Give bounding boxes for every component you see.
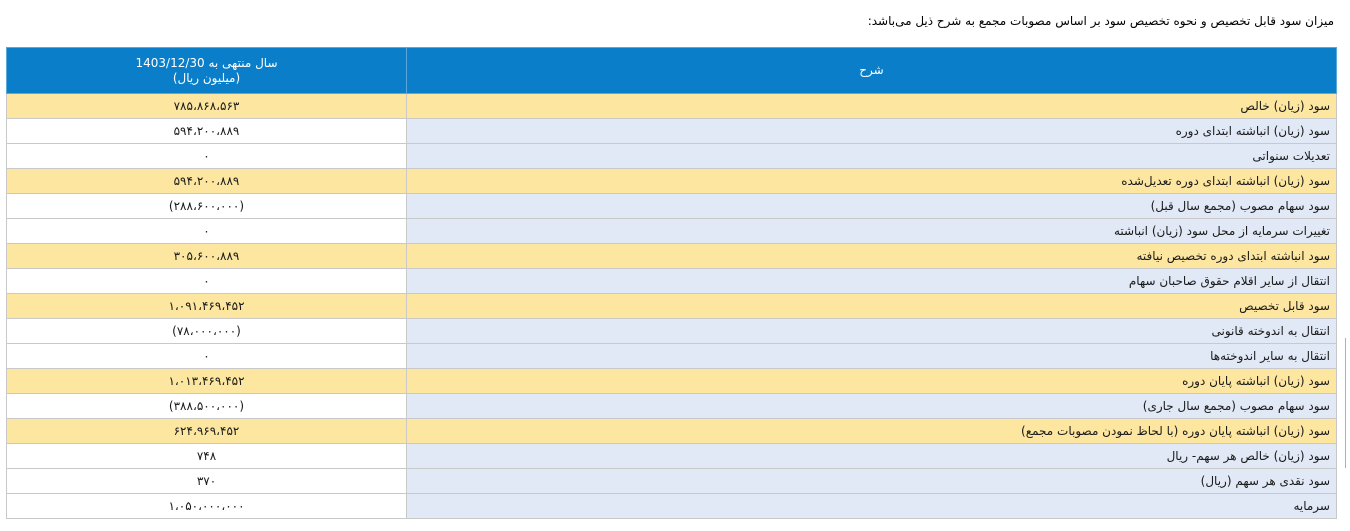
- table-row: انتقال به سایر اندوخته‌ها ۰: [6, 343, 1337, 369]
- table-row: انتقال به اندوخته قانونی (۷۸،۰۰۰،۰۰۰): [6, 318, 1337, 344]
- row-label: سود سهام مصوب (مجمع سال قبل): [406, 193, 1337, 219]
- row-value: (۷۸،۰۰۰،۰۰۰): [6, 318, 407, 344]
- row-value: ۰: [6, 268, 407, 294]
- row-value: ۵۹۴،۲۰۰،۸۸۹: [6, 168, 407, 194]
- table-row: سود قابل تخصیص ۱،۰۹۱،۴۶۹،۴۵۲: [6, 293, 1337, 319]
- row-label: سرمایه: [406, 493, 1337, 519]
- profit-allocation-table: شرح سال منتهی به 1403/12/30 (میلیون ریال…: [6, 47, 1337, 519]
- header-description: شرح: [406, 47, 1337, 94]
- row-value: ۱،۰۹۱،۴۶۹،۴۵۲: [6, 293, 407, 319]
- row-label: سود (زیان) انباشته پایان دوره: [406, 368, 1337, 394]
- row-value: ۶۲۴،۹۶۹،۴۵۲: [6, 418, 407, 444]
- row-label: سود سهام مصوب (مجمع سال جاری): [406, 393, 1337, 419]
- header-value: سال منتهی به 1403/12/30 (میلیون ریال): [6, 47, 407, 94]
- table-row: سود نقدی هر سهم (ریال) ۳۷۰: [6, 468, 1337, 494]
- table-row: سرمایه ۱،۰۵۰،۰۰۰،۰۰۰: [6, 493, 1337, 519]
- row-value: (۲۸۸،۶۰۰،۰۰۰): [6, 193, 407, 219]
- row-value: ۳۰۵،۶۰۰،۸۸۹: [6, 243, 407, 269]
- row-label: تغییرات سرمایه از محل سود (زیان) انباشته: [406, 218, 1337, 244]
- table-row: سود (زیان) انباشته پایان دوره (با لحاظ ن…: [6, 418, 1337, 444]
- row-value: (۳۸۸،۵۰۰،۰۰۰): [6, 393, 407, 419]
- header-value-title: سال منتهی به 1403/12/30: [135, 55, 278, 70]
- header-value-unit: (میلیون ریال): [172, 70, 241, 85]
- table-row: تغییرات سرمایه از محل سود (زیان) انباشته…: [6, 218, 1337, 244]
- row-label: سود (زیان) انباشته پایان دوره (با لحاظ ن…: [406, 418, 1337, 444]
- table-header-row: شرح سال منتهی به 1403/12/30 (میلیون ریال…: [6, 47, 1337, 94]
- row-label: سود (زیان) انباشته ابتدای دوره: [406, 118, 1337, 144]
- row-label: تعدیلات سنواتی: [406, 143, 1337, 169]
- table-row: سود (زیان) انباشته ابتدای دوره تعدیل‌شده…: [6, 168, 1337, 194]
- row-value: ۵۹۴،۲۰۰،۸۸۹: [6, 118, 407, 144]
- table-row: انتقال از سایر اقلام حقوق صاحبان سهام ۰: [6, 268, 1337, 294]
- row-label: انتقال به سایر اندوخته‌ها: [406, 343, 1337, 369]
- row-label: سود نقدی هر سهم (ریال): [406, 468, 1337, 494]
- table-row: تعدیلات سنواتی ۰: [6, 143, 1337, 169]
- table-row: سود انباشته ابتدای دوره تخصیص نیافته ۳۰۵،…: [6, 243, 1337, 269]
- row-label: سود قابل تخصیص: [406, 293, 1337, 319]
- row-value: ۳۷۰: [6, 468, 407, 494]
- row-value: ۰: [6, 218, 407, 244]
- row-value: ۱،۰۵۰،۰۰۰،۰۰۰: [6, 493, 407, 519]
- row-value: ۰: [6, 343, 407, 369]
- table-row: سود سهام مصوب (مجمع سال جاری) (۳۸۸،۵۰۰،۰۰…: [6, 393, 1337, 419]
- row-value: ۱،۰۱۳،۴۶۹،۴۵۲: [6, 368, 407, 394]
- table-row: سود (زیان) خالص ۷۸۵،۸۶۸،۵۶۳: [6, 93, 1337, 119]
- row-label: سود (زیان) انباشته ابتدای دوره تعدیل‌شده: [406, 168, 1337, 194]
- row-label: سود انباشته ابتدای دوره تخصیص نیافته: [406, 243, 1337, 269]
- row-label: سود (زیان) خالص: [406, 93, 1337, 119]
- row-value: ۰: [6, 143, 407, 169]
- table-row: سود سهام مصوب (مجمع سال قبل) (۲۸۸،۶۰۰،۰۰۰…: [6, 193, 1337, 219]
- table-row: سود (زیان) انباشته ابتدای دوره ۵۹۴،۲۰۰،۸۸…: [6, 118, 1337, 144]
- row-value: ۷۸۵،۸۶۸،۵۶۳: [6, 93, 407, 119]
- intro-text: میزان سود قابل تخصیص و نحوه تخصیص سود بر…: [867, 14, 1334, 28]
- page: میزان سود قابل تخصیص و نحوه تخصیص سود بر…: [0, 0, 1350, 531]
- table-row: سود (زیان) انباشته پایان دوره ۱،۰۱۳،۴۶۹،۴…: [6, 368, 1337, 394]
- row-label: سود (زیان) خالص هر سهم- ریال: [406, 443, 1337, 469]
- table-body: سود (زیان) خالص ۷۸۵،۸۶۸،۵۶۳ سود (زیان) انب…: [6, 93, 1337, 519]
- scrollbar-edge: [1345, 338, 1346, 468]
- row-label: انتقال از سایر اقلام حقوق صاحبان سهام: [406, 268, 1337, 294]
- row-label: انتقال به اندوخته قانونی: [406, 318, 1337, 344]
- row-value: ۷۴۸: [6, 443, 407, 469]
- table-row: سود (زیان) خالص هر سهم- ریال ۷۴۸: [6, 443, 1337, 469]
